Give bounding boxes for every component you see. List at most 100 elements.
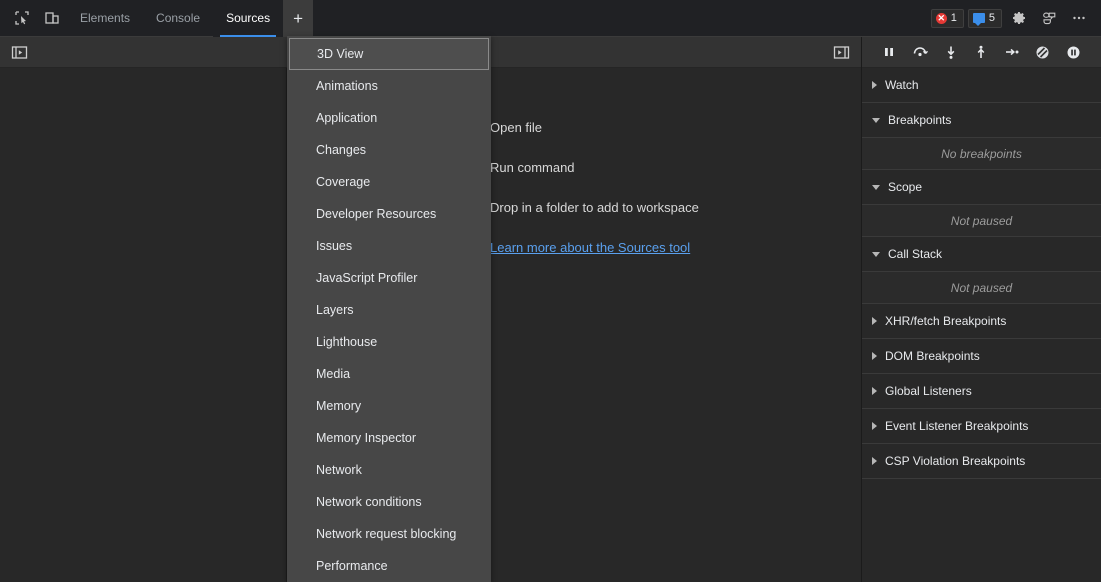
- menu-item-label: Lighthouse: [316, 335, 377, 349]
- resume-script-execution-icon[interactable]: [877, 40, 901, 64]
- menu-item-label: 3D View: [317, 47, 363, 61]
- menu-item-lighthouse[interactable]: Lighthouse: [287, 326, 491, 358]
- menu-item-issues[interactable]: Issues: [287, 230, 491, 262]
- menu-item-application[interactable]: Application: [287, 102, 491, 134]
- device-toolbar-icon[interactable]: [37, 5, 67, 31]
- devtools-tab-bar: Elements Console Sources + ✕ 1 5: [0, 0, 1101, 37]
- chevron-down-icon: [872, 185, 880, 190]
- section-header-global-listeners[interactable]: Global Listeners: [862, 374, 1101, 409]
- call-stack-empty-state: Not paused: [862, 272, 1101, 304]
- section-header-watch[interactable]: Watch: [862, 68, 1101, 103]
- chevron-right-icon: [872, 387, 877, 395]
- deactivate-breakpoints-icon[interactable]: [1031, 40, 1055, 64]
- splash-drop-folder: Drop in a folder to add to workspace: [490, 201, 830, 214]
- menu-item-label: Network conditions: [316, 495, 422, 509]
- feedback-icon[interactable]: [1036, 5, 1062, 31]
- menu-item-label: Developer Resources: [316, 207, 436, 221]
- devtools-window: Elements Console Sources + ✕ 1 5: [0, 0, 1101, 582]
- menu-item-media[interactable]: Media: [287, 358, 491, 390]
- step-icon[interactable]: [1000, 40, 1024, 64]
- tab-label: Elements: [80, 11, 130, 25]
- step-over-next-function-call-icon[interactable]: [908, 40, 932, 64]
- menu-item-memory[interactable]: Memory: [287, 390, 491, 422]
- menu-item-changes[interactable]: Changes: [287, 134, 491, 166]
- error-circle-icon: ✕: [936, 13, 947, 24]
- tab-console[interactable]: Console: [143, 0, 213, 37]
- section-header-scope[interactable]: Scope: [862, 170, 1101, 205]
- message-count-badge[interactable]: 5: [968, 9, 1002, 28]
- menu-item-animations[interactable]: Animations: [287, 70, 491, 102]
- tab-elements[interactable]: Elements: [67, 0, 143, 37]
- section-header-breakpoints[interactable]: Breakpoints: [862, 103, 1101, 138]
- step-into-next-function-call-icon[interactable]: [939, 40, 963, 64]
- section-title: CSP Violation Breakpoints: [885, 454, 1025, 468]
- menu-item-label: Application: [316, 111, 377, 125]
- inspect-element-icon[interactable]: [7, 5, 37, 31]
- menu-item-label: Coverage: [316, 175, 370, 189]
- pause-on-exceptions-icon[interactable]: [1062, 40, 1086, 64]
- error-count-badge[interactable]: ✕ 1: [931, 9, 964, 28]
- menu-item-label: Network request blocking: [316, 527, 456, 541]
- menu-item-label: Animations: [316, 79, 378, 93]
- scope-empty-state: Not paused: [862, 205, 1101, 237]
- debugger-toolbar: [862, 37, 1101, 68]
- section-title: Watch: [885, 78, 919, 92]
- menu-item-label: Network: [316, 463, 362, 477]
- menu-item-label: Issues: [316, 239, 352, 253]
- menu-item-memory-inspector[interactable]: Memory Inspector: [287, 422, 491, 454]
- menu-item-network[interactable]: Network: [287, 454, 491, 486]
- chevron-right-icon: [872, 81, 877, 89]
- section-header-call-stack[interactable]: Call Stack: [862, 237, 1101, 272]
- section-header-event-listener-breakpoints[interactable]: Event Listener Breakpoints: [862, 409, 1101, 444]
- section-title: Call Stack: [888, 247, 942, 261]
- show-debugger-panel-icon[interactable]: [830, 41, 852, 63]
- menu-item-javascript-profiler[interactable]: JavaScript Profiler: [287, 262, 491, 294]
- section-header-csp-violation-breakpoints[interactable]: CSP Violation Breakpoints: [862, 444, 1101, 479]
- tab-label: Sources: [226, 11, 270, 25]
- section-title: XHR/fetch Breakpoints: [885, 314, 1006, 328]
- splash-run-command: Run command: [490, 161, 830, 174]
- menu-item-label: Layers: [316, 303, 354, 317]
- menu-item-network-conditions[interactable]: Network conditions: [287, 486, 491, 518]
- menu-item-label: Performance: [316, 559, 388, 573]
- sources-splash-screen: Open file Run command Drop in a folder t…: [490, 121, 830, 254]
- error-count: 1: [951, 12, 957, 24]
- menu-item-network-request-blocking[interactable]: Network request blocking: [287, 518, 491, 550]
- menu-item-label: JavaScript Profiler: [316, 271, 417, 285]
- gear-icon[interactable]: [1006, 5, 1032, 31]
- chevron-right-icon: [872, 457, 877, 465]
- chevron-right-icon: [872, 352, 877, 360]
- menu-item-performance[interactable]: Performance: [287, 550, 491, 582]
- debugger-sidebar: Watch Breakpoints No breakpoints Scope N…: [861, 37, 1101, 582]
- chevron-down-icon: [872, 118, 880, 123]
- section-header-dom-breakpoints[interactable]: DOM Breakpoints: [862, 339, 1101, 374]
- sources-tool-learn-more-link[interactable]: Learn more about the Sources tool: [490, 240, 690, 255]
- menu-item-label: Memory: [316, 399, 361, 413]
- section-title: Global Listeners: [885, 384, 972, 398]
- message-bubble-icon: [973, 13, 985, 23]
- more-tools-button[interactable]: +: [283, 0, 313, 37]
- chevron-right-icon: [872, 317, 877, 325]
- plus-icon: +: [293, 10, 303, 27]
- section-title: Event Listener Breakpoints: [885, 419, 1028, 433]
- menu-item-coverage[interactable]: Coverage: [287, 166, 491, 198]
- section-title: DOM Breakpoints: [885, 349, 980, 363]
- menu-item-3d-view[interactable]: 3D View: [289, 38, 489, 70]
- navigator-pane[interactable]: [0, 68, 287, 582]
- chevron-right-icon: [872, 422, 877, 430]
- more-tools-dropdown-menu: 3D View Animations Application Changes C…: [287, 36, 491, 582]
- section-header-xhr-fetch-breakpoints[interactable]: XHR/fetch Breakpoints: [862, 304, 1101, 339]
- splash-open-file: Open file: [490, 121, 830, 134]
- chevron-down-icon: [872, 252, 880, 257]
- message-count: 5: [989, 12, 995, 24]
- menu-item-developer-resources[interactable]: Developer Resources: [287, 198, 491, 230]
- tab-label: Console: [156, 11, 200, 25]
- breakpoints-empty-state: No breakpoints: [862, 138, 1101, 170]
- more-options-icon[interactable]: [1066, 5, 1092, 31]
- step-out-of-current-function-icon[interactable]: [969, 40, 993, 64]
- show-navigator-panel-icon[interactable]: [8, 41, 30, 63]
- menu-item-label: Media: [316, 367, 350, 381]
- tab-sources[interactable]: Sources: [213, 0, 283, 37]
- tab-bar-right-controls: ✕ 1 5: [931, 5, 1101, 31]
- menu-item-layers[interactable]: Layers: [287, 294, 491, 326]
